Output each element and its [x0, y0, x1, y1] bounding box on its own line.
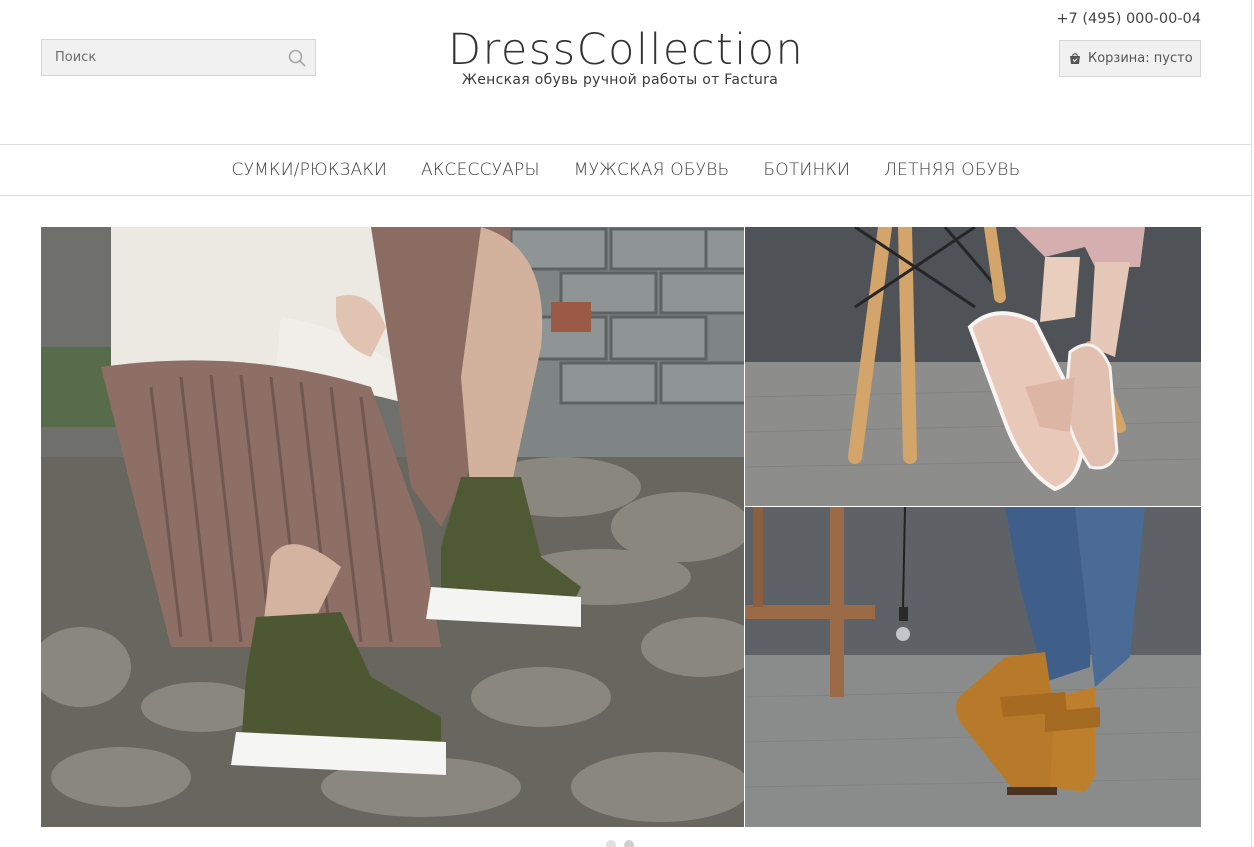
slider-dot[interactable]: [606, 840, 616, 847]
banner-mustard-boots-image: [745, 507, 1201, 827]
search-box[interactable]: [41, 39, 316, 76]
logo-tagline: Женская обувь ручной работы от Factura: [461, 72, 779, 88]
slider-pagination: [606, 840, 634, 847]
search-icon[interactable]: [279, 40, 315, 75]
slider-dot-active[interactable]: [624, 840, 634, 847]
phone-number[interactable]: +7 (495) 000-00-04: [1056, 11, 1201, 27]
cart-button[interactable]: Корзина: пусто: [1059, 40, 1201, 77]
banner-boots-on-steps-image: [41, 227, 744, 827]
nav-item-mens-shoes[interactable]: МУЖСКАЯ ОБУВЬ: [557, 160, 747, 180]
page-edge-divider: [1251, 0, 1252, 847]
nav-item-bags[interactable]: СУМКИ/РЮКЗАКИ: [215, 160, 404, 180]
site-logo[interactable]: DressCollection Женская обувь ручной раб…: [448, 24, 803, 88]
logo-title[interactable]: DressCollection: [448, 24, 803, 76]
nav-item-boots[interactable]: БОТИНКИ: [746, 160, 867, 180]
nav-item-summer-shoes[interactable]: ЛЕТНЯЯ ОБУВЬ: [867, 160, 1037, 180]
banner-nude-loafers-image: [745, 227, 1201, 506]
nav-item-accessories[interactable]: АКСЕССУАРЫ: [404, 160, 557, 180]
banner-boots-on-steps[interactable]: [41, 227, 744, 827]
banner-mustard-boots[interactable]: [745, 507, 1201, 827]
cart-label: Корзина: пусто: [1088, 51, 1193, 66]
main-nav: СУМКИ/РЮКЗАКИ АКСЕССУАРЫ МУЖСКАЯ ОБУВЬ Б…: [0, 144, 1252, 196]
banner-nude-loafers[interactable]: [745, 227, 1201, 506]
cart-icon: [1069, 52, 1081, 65]
search-input[interactable]: [42, 40, 279, 75]
